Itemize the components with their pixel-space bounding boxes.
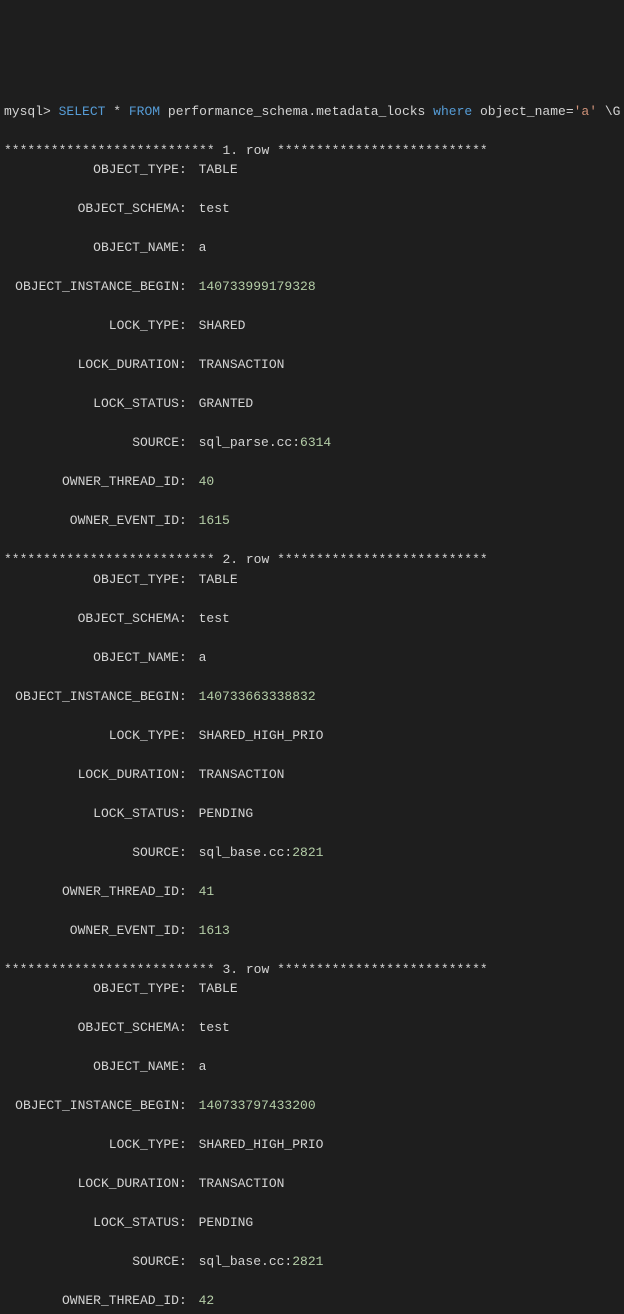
table-name: performance_schema.metadata_locks bbox=[168, 104, 425, 119]
row-separator: *************************** 2. row *****… bbox=[4, 552, 488, 567]
field-object-instance-begin: OBJECT_INSTANCE_BEGIN: 140733663338832 bbox=[4, 687, 620, 707]
field-lock-status: LOCK_STATUS: PENDING bbox=[4, 1213, 620, 1233]
field-object-name: OBJECT_NAME: a bbox=[4, 648, 620, 668]
star: * bbox=[113, 104, 121, 119]
field-object-schema: OBJECT_SCHEMA: test bbox=[4, 199, 620, 219]
field-lock-status: LOCK_STATUS: PENDING bbox=[4, 804, 620, 824]
field-object-schema: OBJECT_SCHEMA: test bbox=[4, 609, 620, 629]
field-owner-thread-id: OWNER_THREAD_ID: 40 bbox=[4, 472, 620, 492]
field-object-name: OBJECT_NAME: a bbox=[4, 238, 620, 258]
field-lock-duration: LOCK_DURATION: TRANSACTION bbox=[4, 355, 620, 375]
row-separator: *************************** 1. row *****… bbox=[4, 143, 488, 158]
kw-where: where bbox=[433, 104, 472, 119]
field-lock-type: LOCK_TYPE: SHARED_HIGH_PRIO bbox=[4, 726, 620, 746]
field-lock-duration: LOCK_DURATION: TRANSACTION bbox=[4, 1174, 620, 1194]
field-owner-event-id: OWNER_EVENT_ID: 1613 bbox=[4, 921, 620, 941]
field-source: SOURCE: sql_base.cc:2821 bbox=[4, 1252, 620, 1272]
field-object-instance-begin: OBJECT_INSTANCE_BEGIN: 140733797433200 bbox=[4, 1096, 620, 1116]
kw-from: FROM bbox=[129, 104, 160, 119]
field-object-type: OBJECT_TYPE: TABLE bbox=[4, 979, 620, 999]
field-object-schema: OBJECT_SCHEMA: test bbox=[4, 1018, 620, 1038]
query-tail: \G bbox=[605, 104, 621, 119]
field-owner-event-id: OWNER_EVENT_ID: 1615 bbox=[4, 511, 620, 531]
cond-val: 'a' bbox=[574, 104, 597, 119]
field-object-instance-begin: OBJECT_INSTANCE_BEGIN: 140733999179328 bbox=[4, 277, 620, 297]
kw-select: SELECT bbox=[59, 104, 106, 119]
field-object-type: OBJECT_TYPE: TABLE bbox=[4, 570, 620, 590]
field-owner-thread-id: OWNER_THREAD_ID: 41 bbox=[4, 882, 620, 902]
field-object-type: OBJECT_TYPE: TABLE bbox=[4, 160, 620, 180]
row-separator: *************************** 3. row *****… bbox=[4, 962, 488, 977]
field-lock-duration: LOCK_DURATION: TRANSACTION bbox=[4, 765, 620, 785]
field-source: SOURCE: sql_parse.cc:6314 bbox=[4, 433, 620, 453]
field-source: SOURCE: sql_base.cc:2821 bbox=[4, 843, 620, 863]
field-lock-type: LOCK_TYPE: SHARED_HIGH_PRIO bbox=[4, 1135, 620, 1155]
mysql-prompt: mysql> bbox=[4, 104, 51, 119]
field-lock-type: LOCK_TYPE: SHARED bbox=[4, 316, 620, 336]
field-owner-thread-id: OWNER_THREAD_ID: 42 bbox=[4, 1291, 620, 1311]
field-object-name: OBJECT_NAME: a bbox=[4, 1057, 620, 1077]
query-line: mysql> SELECT * FROM performance_schema.… bbox=[4, 102, 620, 122]
field-lock-status: LOCK_STATUS: GRANTED bbox=[4, 394, 620, 414]
terminal-output: mysql> SELECT * FROM performance_schema.… bbox=[4, 82, 620, 1314]
cond-field: object_name= bbox=[480, 104, 574, 119]
